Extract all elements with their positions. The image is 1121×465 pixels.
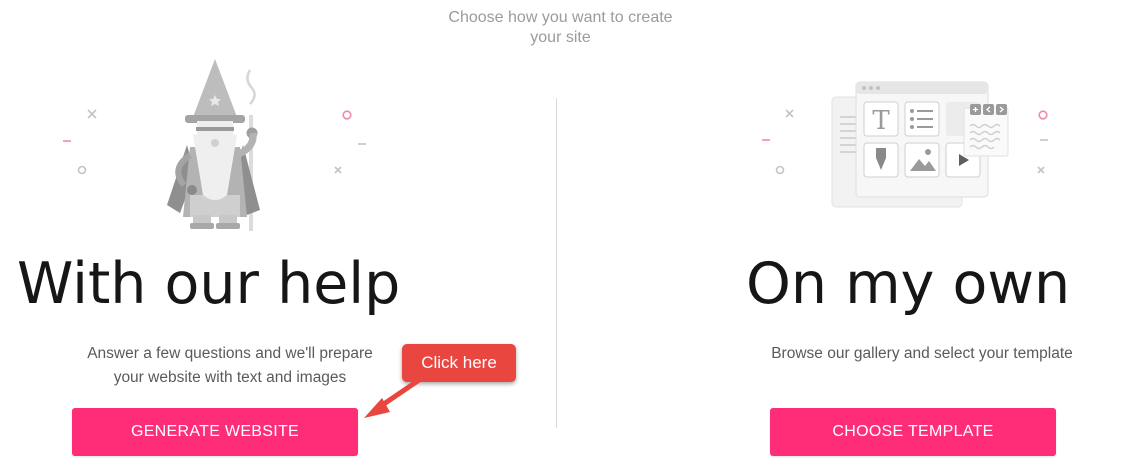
on-my-own-title: On my own <box>746 251 1071 317</box>
with-our-help-title: With our help <box>17 251 401 317</box>
callout-arrow-icon <box>364 375 425 418</box>
generate-website-button[interactable]: GENERATE WEBSITE <box>72 408 358 456</box>
on-my-own-description: Browse our gallery and select your templ… <box>771 345 1073 362</box>
on-my-own-option: T On my own Browse our gallery and selec… <box>557 0 1121 465</box>
description-line-1: Answer a few questions and we'll prepare <box>87 345 373 362</box>
svg-text:T: T <box>872 106 890 136</box>
wizard-icon <box>63 59 366 231</box>
choose-template-button[interactable]: CHOOSE TEMPLATE <box>770 408 1056 456</box>
template-editor-icon: T <box>762 81 1048 208</box>
with-our-help-option: With our help Answer a few questions and… <box>0 0 556 465</box>
